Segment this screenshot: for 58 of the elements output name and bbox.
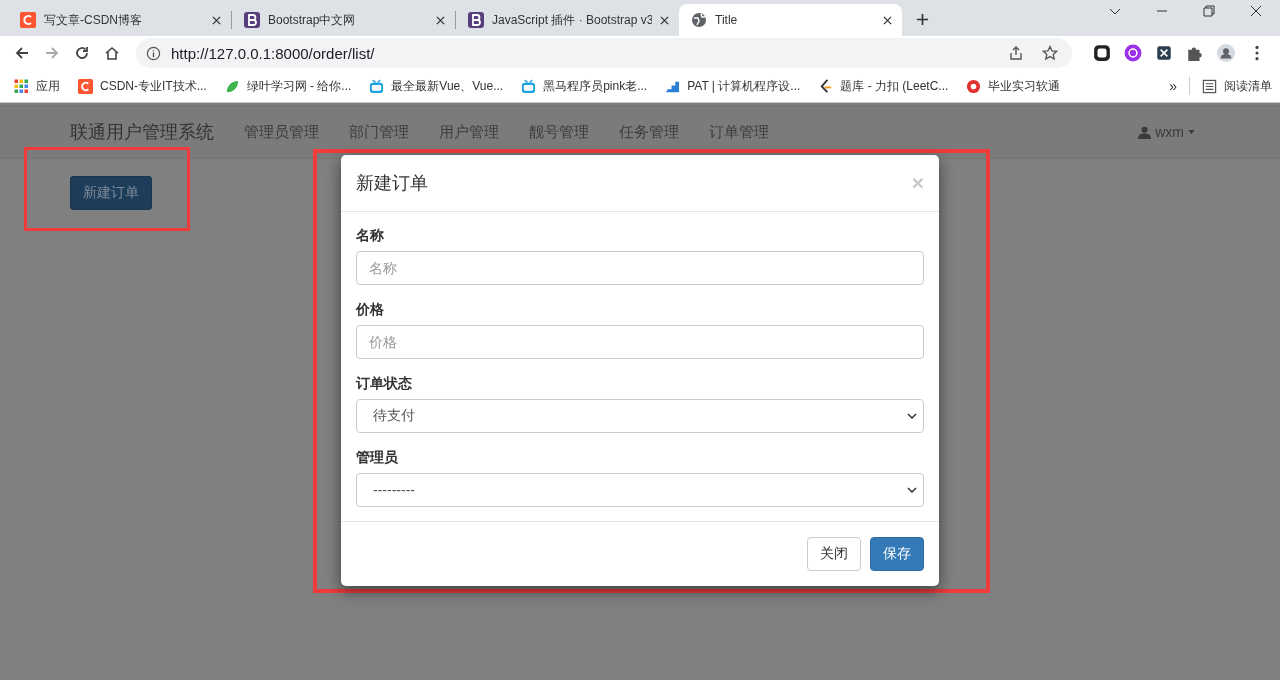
close-icon[interactable] xyxy=(883,15,892,25)
b-logo-icon xyxy=(468,12,484,28)
list-icon xyxy=(1202,78,1217,94)
field-label: 订单状态 xyxy=(356,375,413,393)
chevron-down-icon xyxy=(907,487,917,493)
extension-icon[interactable] xyxy=(1155,44,1173,62)
browser-tab[interactable]: 写文章-CSDN博客 xyxy=(8,4,231,36)
share-icon[interactable] xyxy=(1008,45,1024,61)
user-icon xyxy=(1138,125,1152,139)
save-button[interactable]: 保存 xyxy=(870,537,924,571)
select-field[interactable]: 待支付 xyxy=(356,399,924,433)
star-icon[interactable] xyxy=(1042,45,1058,61)
address-field[interactable]: http://127.0.0.1:8000/order/list/ xyxy=(136,38,1072,68)
reload-icon[interactable] xyxy=(74,45,90,61)
bookmark[interactable]: PAT | 计算机程序设... xyxy=(665,77,801,95)
swirl-icon xyxy=(966,78,982,94)
info-icon xyxy=(146,45,161,61)
browser-tab[interactable]: JavaScript 插件 · Bootstrap v3 xyxy=(456,4,679,36)
restore-icon[interactable] xyxy=(1203,5,1215,17)
more-bookmarks[interactable]: » xyxy=(1169,78,1177,94)
close-icon[interactable] xyxy=(1250,5,1262,17)
input-field[interactable]: 价格 xyxy=(356,325,924,359)
home-icon[interactable] xyxy=(104,45,120,61)
close-button[interactable]: 关闭 xyxy=(807,537,861,571)
bookmark[interactable]: 绿叶学习网 - 给你... xyxy=(224,77,352,95)
bookmark[interactable]: 题库 - 力扣 (LeetC... xyxy=(818,77,949,95)
close-icon[interactable] xyxy=(212,15,221,25)
tv-icon xyxy=(369,78,385,94)
bookmark[interactable]: CSDN-专业IT技术... xyxy=(78,77,207,95)
profile-icon[interactable] xyxy=(1217,44,1235,62)
bookmark[interactable]: 毕业实习软通 xyxy=(966,77,1061,95)
leaf-icon xyxy=(224,78,240,94)
leetcode-icon xyxy=(818,78,834,94)
chevron-down-icon xyxy=(907,413,917,419)
select-field[interactable]: --------- xyxy=(356,473,924,507)
c-logo-icon xyxy=(20,12,36,28)
caret-icon xyxy=(1188,130,1195,134)
bookmark[interactable]: 黑马程序员pink老... xyxy=(521,77,648,95)
c-logo-icon xyxy=(78,78,93,94)
tv-icon xyxy=(521,78,537,94)
globe-icon xyxy=(691,12,707,28)
input-field[interactable]: 名称 xyxy=(356,251,924,285)
field-label: 管理员 xyxy=(356,449,399,467)
reading-list[interactable]: 阅读清单 xyxy=(1202,77,1272,95)
bookmark[interactable]: 最全最新Vue、Vue... xyxy=(369,77,504,95)
field-label: 价格 xyxy=(356,301,385,319)
close-icon[interactable] xyxy=(660,15,669,25)
browser-tab[interactable]: Bootstrap中文网 xyxy=(232,4,455,36)
close-icon[interactable] xyxy=(436,15,445,25)
bookmark[interactable]: 应用 xyxy=(14,77,60,95)
apps-grid-icon xyxy=(14,78,29,94)
browser-tab[interactable]: Title xyxy=(679,4,902,36)
back-icon[interactable] xyxy=(14,45,30,61)
extension-icon[interactable] xyxy=(1093,44,1111,62)
modal-title: 新建订单 xyxy=(356,172,428,195)
b-logo-icon xyxy=(244,12,260,28)
field-label: 名称 xyxy=(356,227,385,245)
new-tab-icon[interactable] xyxy=(916,13,929,26)
